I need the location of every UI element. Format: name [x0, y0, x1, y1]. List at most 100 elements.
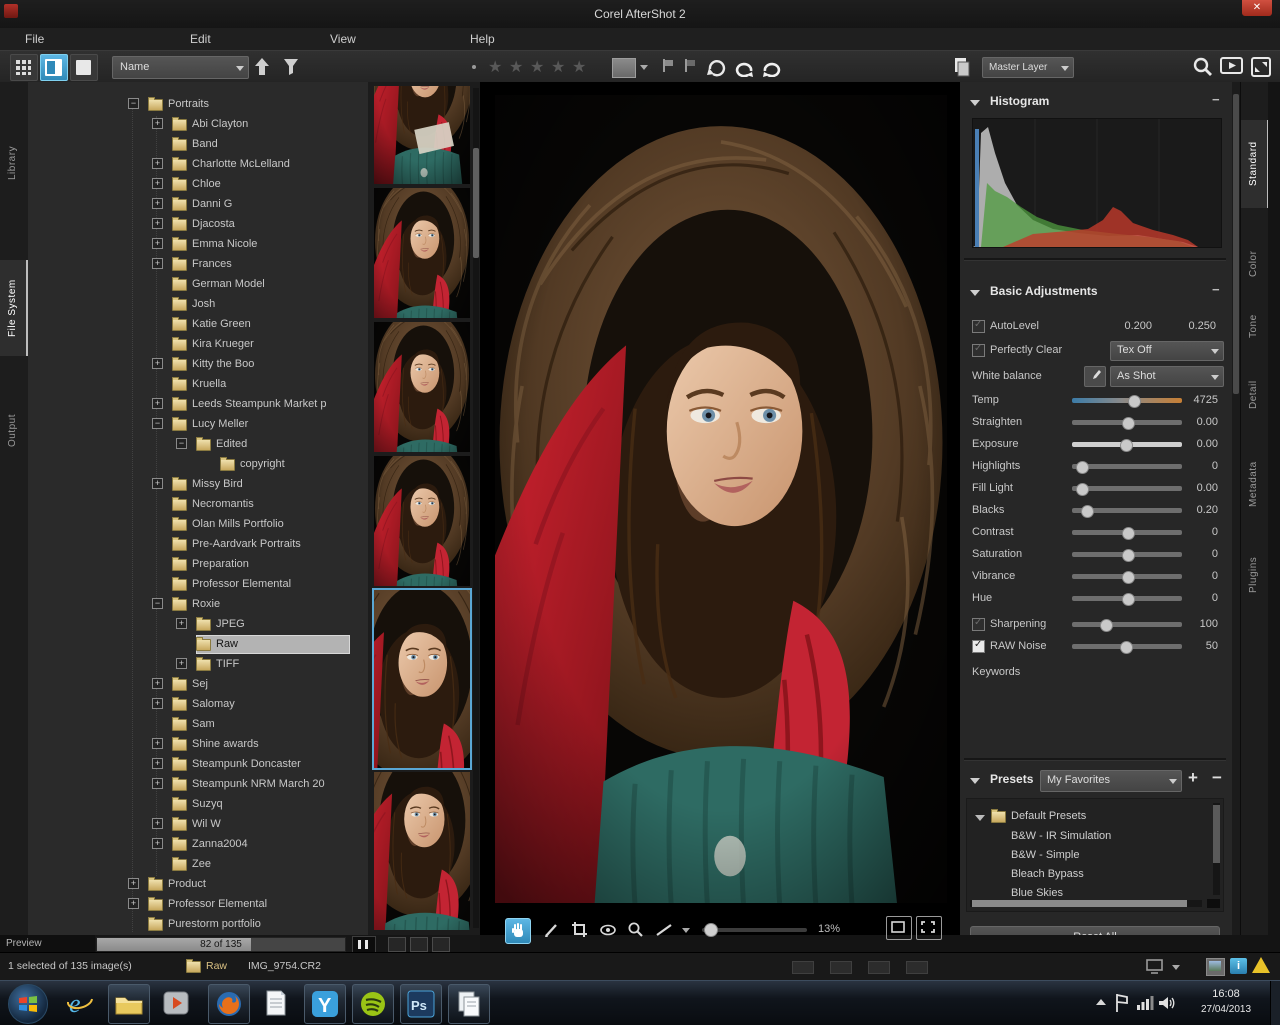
status-control[interactable]: [906, 961, 928, 974]
sharpening-checkbox[interactable]: [972, 618, 985, 631]
media-player-icon[interactable]: [156, 984, 196, 1022]
taskbar-clock[interactable]: 16:08 27/04/2013: [1186, 987, 1266, 1017]
presets-vscrollbar[interactable]: [1213, 803, 1220, 895]
scrollbar-thumb[interactable]: [473, 148, 479, 258]
expand-icon[interactable]: +: [152, 738, 163, 749]
copy-settings-icon[interactable]: [952, 56, 972, 78]
menu-view[interactable]: View: [330, 32, 356, 46]
tree-item[interactable]: +Missy Bird: [28, 474, 368, 494]
brush-tool-button[interactable]: [540, 918, 564, 942]
hue-slider-handle[interactable]: [1122, 593, 1135, 606]
expand-icon[interactable]: +: [176, 658, 187, 669]
tree-item[interactable]: +Djacosta: [28, 214, 368, 234]
redo-icon[interactable]: [760, 57, 782, 77]
tree-item[interactable]: −Portraits: [28, 94, 368, 114]
star-icon[interactable]: ★: [488, 57, 509, 77]
zoom-tool-button[interactable]: [624, 918, 648, 942]
tree-item[interactable]: +Emma Nicole: [28, 234, 368, 254]
star-icon[interactable]: ★: [530, 57, 551, 77]
internet-explorer-icon[interactable]: e: [60, 984, 100, 1022]
highlights-slider-handle[interactable]: [1076, 461, 1089, 474]
tree-item[interactable]: −Lucy Meller: [28, 414, 368, 434]
expand-icon[interactable]: +: [128, 898, 139, 909]
color-label-caret-icon[interactable]: [640, 65, 648, 70]
collapse-icon[interactable]: −: [128, 98, 139, 109]
tree-item[interactable]: +Sej: [28, 674, 368, 694]
layer-dropdown[interactable]: Master Layer: [982, 57, 1074, 78]
expand-icon[interactable]: +: [152, 218, 163, 229]
tree-item[interactable]: Necromantis: [28, 494, 368, 514]
preset-folder-label[interactable]: Default Presets: [1011, 810, 1086, 822]
filmstrip-thumbnail[interactable]: [374, 188, 470, 318]
status-control[interactable]: [868, 961, 890, 974]
volume-icon[interactable]: [1158, 995, 1178, 1011]
tree-item[interactable]: +Chloe: [28, 174, 368, 194]
expand-icon[interactable]: +: [152, 818, 163, 829]
tree-item[interactable]: +Shine awards: [28, 734, 368, 754]
tree-item[interactable]: Preparation: [28, 554, 368, 574]
remove-preset-button[interactable]: −: [1212, 768, 1222, 788]
chevron-down-icon[interactable]: [1172, 965, 1180, 970]
tree-item[interactable]: Purestorm portfolio: [28, 914, 368, 934]
vibrance-slider-handle[interactable]: [1122, 571, 1135, 584]
collapse-panel-icon[interactable]: −: [1212, 282, 1220, 297]
network-icon[interactable]: [1136, 995, 1154, 1011]
reset-all-button[interactable]: Reset All: [970, 926, 1220, 935]
expand-icon[interactable]: +: [152, 358, 163, 369]
saturation-slider-handle[interactable]: [1122, 549, 1135, 562]
expand-icon[interactable]: +: [152, 398, 163, 409]
tree-item[interactable]: +Kitty the Boo: [28, 354, 368, 374]
expand-icon[interactable]: +: [128, 878, 139, 889]
flag-pick-icon[interactable]: [662, 59, 674, 73]
warning-tray-icon[interactable]: [1252, 957, 1270, 973]
expand-icon[interactable]: +: [152, 258, 163, 269]
menu-file[interactable]: File: [25, 32, 44, 46]
raw-noise-checkbox[interactable]: [972, 640, 985, 653]
tree-item[interactable]: +Danni G: [28, 194, 368, 214]
collapse-icon[interactable]: [970, 778, 980, 784]
presets-dropdown[interactable]: My Favorites: [1040, 770, 1182, 792]
autolevel-checkbox[interactable]: [972, 320, 985, 333]
show-desktop-button[interactable]: [1270, 981, 1280, 1025]
presets-hscrollbar[interactable]: [970, 900, 1202, 907]
filmstrip-option-icon[interactable]: [388, 937, 406, 952]
info-tray-icon[interactable]: i: [1230, 958, 1247, 974]
filmstrip-scrollbar[interactable]: [473, 88, 479, 928]
expand-icon[interactable]: +: [152, 118, 163, 129]
tree-item[interactable]: Pre-Aardvark Portraits: [28, 534, 368, 554]
file-explorer-icon[interactable]: [108, 984, 150, 1024]
tree-item[interactable]: +Wil W: [28, 814, 368, 834]
filmstrip-thumbnail-selected[interactable]: [374, 590, 470, 768]
expand-icon[interactable]: +: [152, 678, 163, 689]
tree-item[interactable]: +Professor Elemental: [28, 894, 368, 914]
star-rating[interactable]: ★★★★★: [488, 57, 593, 77]
straighten-tool-button[interactable]: [652, 918, 676, 942]
sharpening-slider-handle[interactable]: [1100, 619, 1113, 632]
tree-item[interactable]: +Steampunk Doncaster: [28, 754, 368, 774]
tree-item[interactable]: +Abi Clayton: [28, 114, 368, 134]
filmstrip-more-icon[interactable]: [432, 937, 450, 952]
rating-dot-icon[interactable]: [472, 65, 476, 69]
preset-item[interactable]: Bleach Bypass: [1011, 868, 1084, 880]
perfectly-clear-checkbox[interactable]: [972, 344, 985, 357]
zoom-slider-handle[interactable]: [704, 923, 718, 937]
grid-view-button[interactable]: [10, 54, 38, 81]
white-balance-picker-button[interactable]: [1084, 366, 1106, 387]
start-button[interactable]: [8, 984, 48, 1024]
contrast-slider-handle[interactable]: [1122, 527, 1135, 540]
collapse-icon[interactable]: [970, 290, 980, 296]
tree-item[interactable]: Professor Elemental: [28, 574, 368, 594]
panel-tab-color[interactable]: Color: [1241, 240, 1267, 288]
sidebar-tab-output[interactable]: Output: [0, 400, 26, 460]
pause-button[interactable]: [352, 936, 376, 953]
autolevel-value-2[interactable]: 0.250: [1158, 320, 1216, 332]
tree-item[interactable]: copyright: [28, 454, 368, 474]
photo-tray-icon[interactable]: [1206, 958, 1225, 976]
raw-noise-slider-handle[interactable]: [1120, 641, 1133, 654]
sort-dropdown[interactable]: Name: [112, 56, 249, 79]
status-control[interactable]: [792, 961, 814, 974]
tree-item[interactable]: +JPEG: [28, 614, 368, 634]
star-icon[interactable]: ★: [572, 57, 593, 77]
tree-item[interactable]: Raw: [28, 634, 368, 654]
tree-item[interactable]: Kira Krueger: [28, 334, 368, 354]
